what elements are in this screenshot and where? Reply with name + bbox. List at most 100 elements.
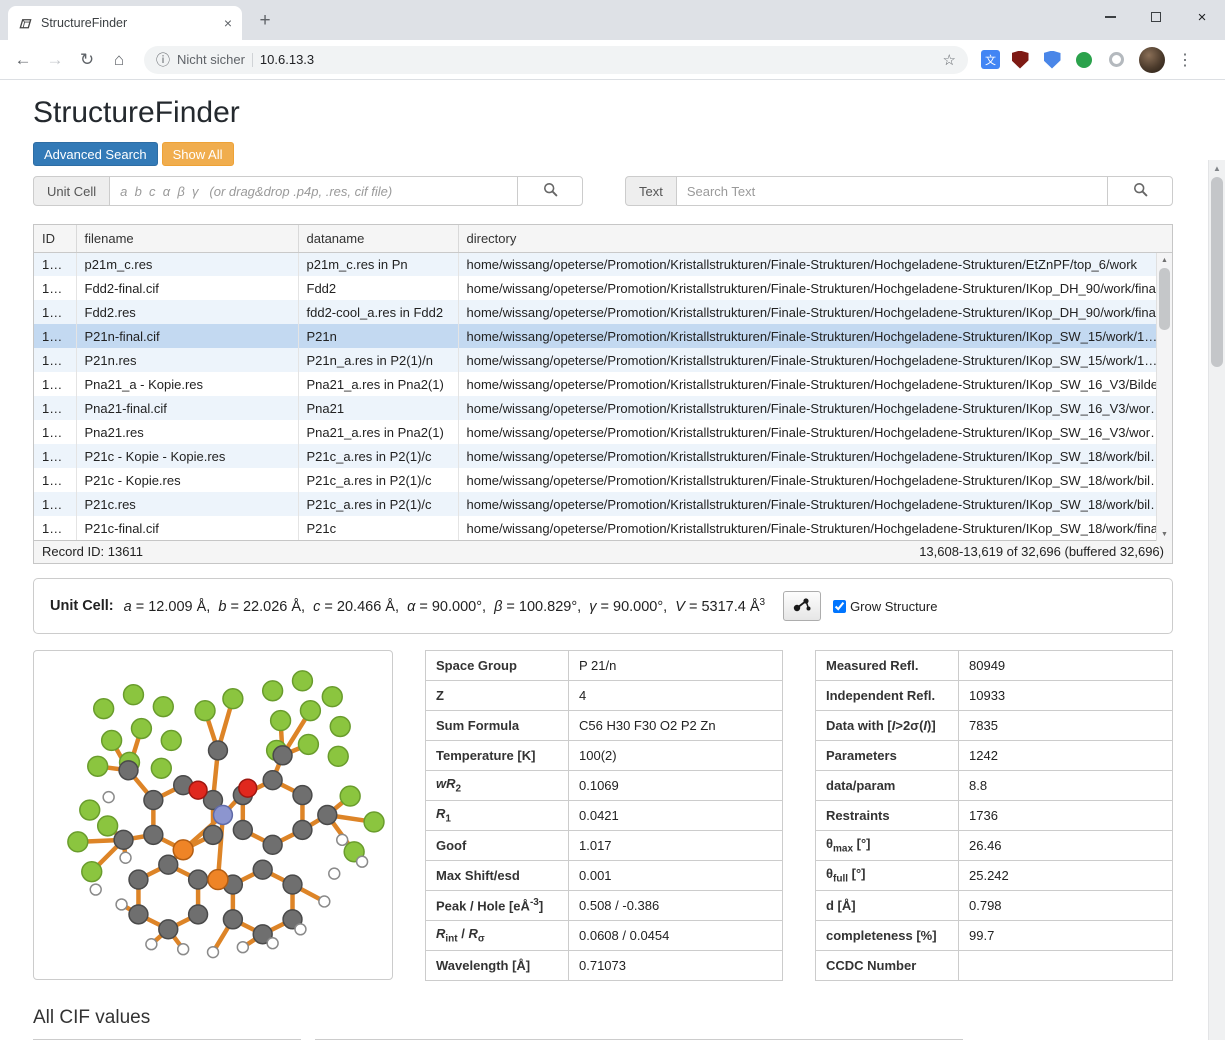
text-search-input[interactable]: [677, 176, 1108, 206]
unit-cell-search-button[interactable]: [517, 176, 583, 206]
cell-filename[interactable]: P21c-final.cif: [76, 516, 298, 540]
table-row[interactable]: 13615Pna21.resPna21_a.res in Pna2(1)home…: [34, 420, 1172, 444]
cell-dataname[interactable]: fdd2-cool_a.res in Fdd2: [298, 300, 458, 324]
back-button[interactable]: ←: [8, 45, 38, 75]
page-scrollbar[interactable]: ▲ ▼: [1208, 160, 1225, 1040]
cell-dataname[interactable]: Pna21: [298, 396, 458, 420]
unit-cell-search-input[interactable]: [110, 176, 518, 206]
table-row[interactable]: 13618P21c.resP21c_a.res in P2(1)/chome/w…: [34, 492, 1172, 516]
table-row[interactable]: 13617P21c - Kopie.resP21c_a.res in P2(1)…: [34, 468, 1172, 492]
table-row[interactable]: 13611P21n-final.cifP21nhome/wissang/opet…: [34, 324, 1172, 348]
translate-extension-icon[interactable]: 文: [981, 50, 1000, 69]
structure-viewer[interactable]: [33, 650, 393, 980]
cell-directory[interactable]: home/wissang/opeterse/Promotion/Kristall…: [458, 300, 1172, 324]
window-maximize-button[interactable]: [1133, 0, 1179, 34]
cell-dataname[interactable]: P21n_a.res in P2(1)/n: [298, 348, 458, 372]
table-row[interactable]: 13613Pna21_a - Kopie.resPna21_a.res in P…: [34, 372, 1172, 396]
grow-structure-control[interactable]: Grow Structure: [833, 599, 937, 614]
scroll-up-arrow[interactable]: ▲: [1157, 253, 1172, 267]
cell-id[interactable]: 13616: [34, 444, 76, 468]
window-minimize-button[interactable]: [1087, 0, 1133, 34]
cell-dataname[interactable]: Pna21_a.res in Pna2(1): [298, 372, 458, 396]
cell-filename[interactable]: Pna21_a - Kopie.res: [76, 372, 298, 396]
ublock-extension-icon[interactable]: [1012, 51, 1029, 69]
cell-directory[interactable]: home/wissang/opeterse/Promotion/Kristall…: [458, 276, 1172, 300]
cell-id[interactable]: 13612: [34, 348, 76, 372]
table-row[interactable]: 13608p21m_c.resp21m_c.res in Pnhome/wiss…: [34, 252, 1172, 276]
forward-button[interactable]: →: [40, 45, 70, 75]
browser-tab[interactable]: StructureFinder ×: [8, 6, 242, 40]
cell-directory[interactable]: home/wissang/opeterse/Promotion/Kristall…: [458, 444, 1172, 468]
cell-directory[interactable]: home/wissang/opeterse/Promotion/Kristall…: [458, 324, 1172, 348]
cell-filename[interactable]: Fdd2-final.cif: [76, 276, 298, 300]
table-row[interactable]: 13616P21c - Kopie - Kopie.resP21c_a.res …: [34, 444, 1172, 468]
cell-filename[interactable]: P21c.res: [76, 492, 298, 516]
blue-shield-extension-icon[interactable]: [1044, 51, 1061, 69]
green-dot-extension-icon[interactable]: [1076, 52, 1092, 68]
info-icon[interactable]: ⓘ: [156, 50, 170, 70]
cell-id[interactable]: 13613: [34, 372, 76, 396]
table-row[interactable]: 13614Pna21-final.cifPna21home/wissang/op…: [34, 396, 1172, 420]
cell-directory[interactable]: home/wissang/opeterse/Promotion/Kristall…: [458, 468, 1172, 492]
table-row[interactable]: 13610Fdd2.resfdd2-cool_a.res in Fdd2home…: [34, 300, 1172, 324]
cell-id[interactable]: 13615: [34, 420, 76, 444]
advanced-search-button[interactable]: Advanced Search: [33, 142, 158, 166]
home-button[interactable]: ⌂: [104, 45, 134, 75]
bookmark-star-icon[interactable]: ☆: [943, 51, 956, 69]
cell-id[interactable]: 13611: [34, 324, 76, 348]
window-close-button[interactable]: ×: [1179, 0, 1225, 34]
cell-directory[interactable]: home/wissang/opeterse/Promotion/Kristall…: [458, 420, 1172, 444]
cell-dataname[interactable]: P21c_a.res in P2(1)/c: [298, 468, 458, 492]
cell-directory[interactable]: home/wissang/opeterse/Promotion/Kristall…: [458, 516, 1172, 540]
column-header-dataname[interactable]: dataname: [298, 225, 458, 252]
cell-id[interactable]: 13619: [34, 516, 76, 540]
cell-dataname[interactable]: P21n: [298, 324, 458, 348]
tab-close-icon[interactable]: ×: [224, 16, 232, 30]
table-row[interactable]: 13619P21c-final.cifP21chome/wissang/opet…: [34, 516, 1172, 540]
cell-directory[interactable]: home/wissang/opeterse/Promotion/Kristall…: [458, 372, 1172, 396]
cell-dataname[interactable]: P21c_a.res in P2(1)/c: [298, 444, 458, 468]
cell-directory[interactable]: home/wissang/opeterse/Promotion/Kristall…: [458, 492, 1172, 516]
cell-dataname[interactable]: Fdd2: [298, 276, 458, 300]
grow-structure-checkbox[interactable]: [833, 600, 846, 613]
cell-filename[interactable]: Pna21-final.cif: [76, 396, 298, 420]
cell-directory[interactable]: home/wissang/opeterse/Promotion/Kristall…: [458, 252, 1172, 276]
cell-directory[interactable]: home/wissang/opeterse/Promotion/Kristall…: [458, 348, 1172, 372]
column-header-id[interactable]: ID: [34, 225, 76, 252]
cell-id[interactable]: 13614: [34, 396, 76, 420]
table-scrollbar[interactable]: ▲ ▼: [1156, 253, 1172, 541]
cell-directory[interactable]: home/wissang/opeterse/Promotion/Kristall…: [458, 396, 1172, 420]
cell-id[interactable]: 13609: [34, 276, 76, 300]
cell-id[interactable]: 13608: [34, 252, 76, 276]
scroll-down-arrow[interactable]: ▼: [1157, 527, 1172, 541]
text-search-button[interactable]: [1107, 176, 1173, 206]
column-header-filename[interactable]: filename: [76, 225, 298, 252]
cell-dataname[interactable]: P21c: [298, 516, 458, 540]
table-row[interactable]: 13612P21n.resP21n_a.res in P2(1)/nhome/w…: [34, 348, 1172, 372]
cell-id[interactable]: 13610: [34, 300, 76, 324]
column-header-directory[interactable]: directory: [458, 225, 1172, 252]
cell-filename[interactable]: Fdd2.res: [76, 300, 298, 324]
cell-filename[interactable]: P21n-final.cif: [76, 324, 298, 348]
reload-button[interactable]: ↻: [72, 45, 102, 75]
cell-dataname[interactable]: P21c_a.res in P2(1)/c: [298, 492, 458, 516]
gray-ring-extension-icon[interactable]: [1109, 52, 1124, 67]
page-scroll-up-arrow[interactable]: ▲: [1209, 160, 1225, 176]
cell-filename[interactable]: P21n.res: [76, 348, 298, 372]
cell-dataname[interactable]: Pna21_a.res in Pna2(1): [298, 420, 458, 444]
open-structure-button[interactable]: [783, 591, 821, 621]
cell-dataname[interactable]: p21m_c.res in Pn: [298, 252, 458, 276]
profile-avatar[interactable]: [1139, 47, 1165, 73]
cell-filename[interactable]: P21c - Kopie.res: [76, 468, 298, 492]
cell-filename[interactable]: p21m_c.res: [76, 252, 298, 276]
cell-filename[interactable]: Pna21.res: [76, 420, 298, 444]
show-all-button[interactable]: Show All: [162, 142, 234, 166]
table-row[interactable]: 13609Fdd2-final.cifFdd2home/wissang/opet…: [34, 276, 1172, 300]
cell-filename[interactable]: P21c - Kopie - Kopie.res: [76, 444, 298, 468]
new-tab-button[interactable]: +: [252, 8, 278, 34]
cell-id[interactable]: 13618: [34, 492, 76, 516]
browser-menu-icon[interactable]: ⋮: [1173, 48, 1197, 72]
page-scrollbar-thumb[interactable]: [1211, 177, 1223, 367]
table-scrollbar-thumb[interactable]: [1159, 268, 1170, 330]
address-bar[interactable]: ⓘ Nicht sicher 10.6.13.3 ☆: [144, 46, 968, 74]
